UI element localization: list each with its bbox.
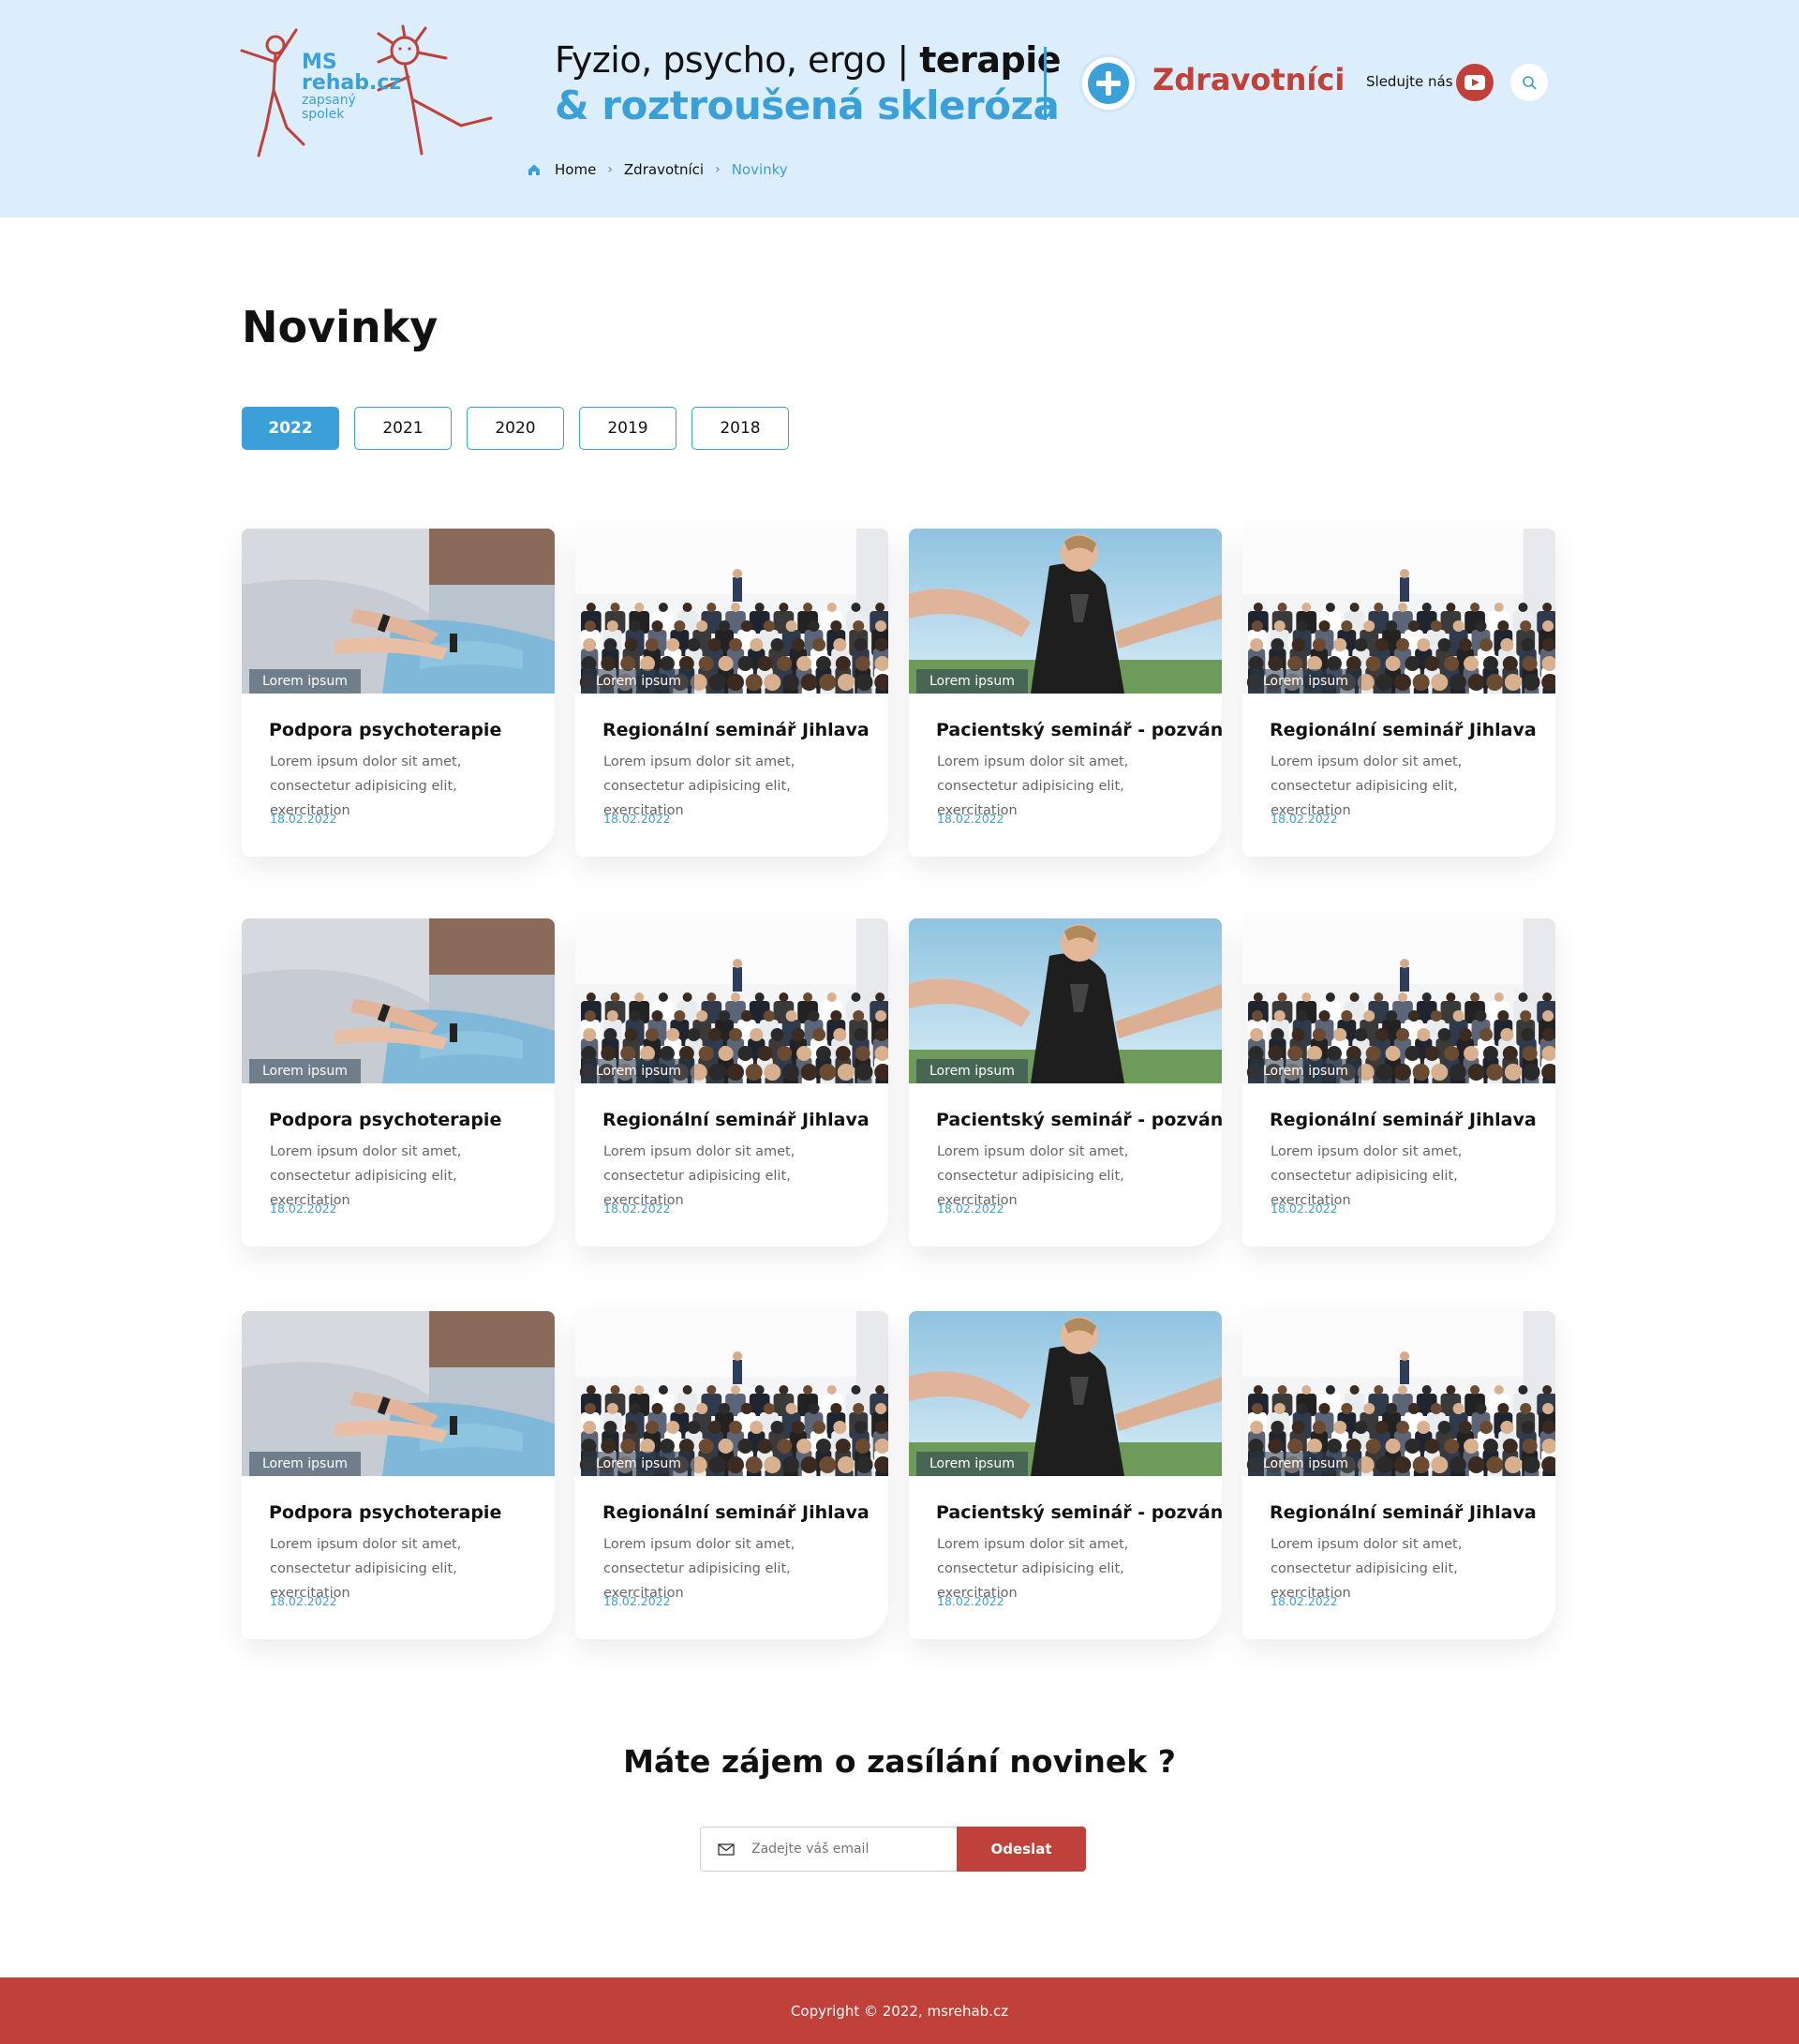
- card-date: 18.02.2022: [937, 812, 1004, 826]
- news-card[interactable]: Lorem ipsum Pacientský seminář - pozvánk…: [909, 529, 1222, 857]
- tagline-part2: & roztroušená skleróza: [555, 82, 1060, 128]
- header-divider: [1044, 47, 1047, 120]
- site-logo[interactable]: MS rehab.cz zapsaný spolek: [238, 24, 502, 171]
- card-title[interactable]: Podpora psychoterapie: [269, 1502, 501, 1523]
- card-image: Lorem ipsum: [242, 1311, 555, 1476]
- news-card[interactable]: Lorem ipsum Podpora psychoterapie Lorem …: [242, 529, 555, 857]
- card-image: Lorem ipsum: [1242, 529, 1555, 694]
- news-card[interactable]: Lorem ipsum Regionální seminář Jihlava L…: [575, 1311, 888, 1639]
- card-date: 18.02.2022: [270, 812, 337, 826]
- year-button-2019[interactable]: 2019: [579, 407, 676, 450]
- card-title[interactable]: Regionální seminář Jihlava: [1270, 1502, 1537, 1523]
- submit-button[interactable]: Odeslat: [957, 1827, 1086, 1872]
- card-tag: Lorem ipsum: [249, 1452, 361, 1476]
- logo-line1: MS: [302, 51, 337, 74]
- card-image: Lorem ipsum: [242, 529, 555, 694]
- newsletter-title: Máte zájem o zasílání novinek ?: [623, 1743, 1176, 1780]
- card-title[interactable]: Podpora psychoterapie: [269, 720, 501, 740]
- news-card[interactable]: Lorem ipsum Regionální seminář Jihlava L…: [1242, 918, 1555, 1246]
- card-date: 18.02.2022: [270, 1201, 337, 1216]
- card-tag: Lorem ipsum: [583, 669, 694, 694]
- chevron-right-icon: ›: [607, 162, 613, 177]
- card-title[interactable]: Pacientský seminář - pozvánka: [936, 1502, 1222, 1523]
- card-image: Lorem ipsum: [575, 1311, 888, 1476]
- plus-circle-icon[interactable]: [1079, 54, 1137, 112]
- card-tag: Lorem ipsum: [916, 669, 1028, 694]
- news-card[interactable]: Lorem ipsum Regionální seminář Jihlava L…: [575, 529, 888, 857]
- card-date: 18.02.2022: [1271, 1594, 1338, 1608]
- logo-sub2: spolek: [302, 107, 345, 122]
- news-card[interactable]: Lorem ipsum Podpora psychoterapie Lorem …: [242, 1311, 555, 1639]
- logo-figures-icon: [240, 24, 493, 157]
- card-title[interactable]: Pacientský seminář - pozvánka: [936, 720, 1222, 740]
- card-date: 18.02.2022: [603, 812, 671, 826]
- card-title[interactable]: Regionální seminář Jihlava: [1270, 720, 1537, 740]
- breadcrumb: Home › Zdravotníci › Novinky: [527, 161, 788, 178]
- card-date: 18.02.2022: [937, 1201, 1004, 1216]
- chevron-right-icon: ›: [715, 162, 721, 177]
- card-tag: Lorem ipsum: [916, 1059, 1028, 1083]
- newsletter-form: Odeslat: [700, 1827, 1086, 1872]
- card-date: 18.02.2022: [937, 1594, 1004, 1608]
- tagline-part1: Fyzio, psycho, ergo |: [555, 39, 920, 81]
- card-image: Lorem ipsum: [575, 918, 888, 1083]
- card-title[interactable]: Regionální seminář Jihlava: [602, 1110, 870, 1130]
- card-tag: Lorem ipsum: [916, 1452, 1028, 1476]
- card-title[interactable]: Regionální seminář Jihlava: [1270, 1110, 1537, 1130]
- year-button-2021[interactable]: 2021: [354, 407, 452, 450]
- card-image: Lorem ipsum: [1242, 1311, 1555, 1476]
- page-title: Novinky: [242, 302, 439, 352]
- card-date: 18.02.2022: [603, 1201, 671, 1216]
- year-button-2022[interactable]: 2022: [242, 407, 339, 450]
- section-label[interactable]: Zdravotníci: [1152, 62, 1345, 97]
- news-card[interactable]: Lorem ipsum Pacientský seminář - pozvánk…: [909, 1311, 1222, 1639]
- email-input[interactable]: [751, 1842, 939, 1857]
- search-button[interactable]: [1510, 64, 1548, 101]
- year-button-2018[interactable]: 2018: [691, 407, 789, 450]
- follow-label: Sledujte nás: [1366, 73, 1453, 90]
- news-card[interactable]: Lorem ipsum Regionální seminář Jihlava L…: [1242, 1311, 1555, 1639]
- site-header: MS rehab.cz zapsaný spolek Fyzio, psycho…: [0, 0, 1799, 217]
- card-tag: Lorem ipsum: [583, 1452, 694, 1476]
- news-card[interactable]: Lorem ipsum Regionální seminář Jihlava L…: [575, 918, 888, 1246]
- news-card[interactable]: Lorem ipsum Pacientský seminář - pozvánk…: [909, 918, 1222, 1246]
- card-image: Lorem ipsum: [909, 1311, 1222, 1476]
- card-image: Lorem ipsum: [575, 529, 888, 694]
- logo-sub1: zapsaný: [302, 93, 356, 108]
- card-tag: Lorem ipsum: [1250, 1059, 1361, 1083]
- site-tagline: Fyzio, psycho, ergo | terapie & roztrouš…: [555, 37, 1062, 129]
- news-card[interactable]: Lorem ipsum Regionální seminář Jihlava L…: [1242, 529, 1555, 857]
- news-card[interactable]: Lorem ipsum Podpora psychoterapie Lorem …: [242, 918, 555, 1246]
- site-footer: Copyright © 2022, msrehab.cz: [0, 1977, 1799, 2044]
- card-image: Lorem ipsum: [1242, 918, 1555, 1083]
- breadcrumb-section[interactable]: Zdravotníci: [624, 161, 704, 178]
- card-image: Lorem ipsum: [909, 918, 1222, 1083]
- card-date: 18.02.2022: [1271, 812, 1338, 826]
- card-image: Lorem ipsum: [909, 529, 1222, 694]
- card-title[interactable]: Regionální seminář Jihlava: [602, 1502, 870, 1523]
- year-filter: 2022 2021 2020 2019 2018: [242, 407, 804, 450]
- mail-icon: [718, 1843, 735, 1856]
- breadcrumb-current: Novinky: [731, 161, 788, 178]
- card-tag: Lorem ipsum: [249, 1059, 361, 1083]
- home-icon[interactable]: [527, 162, 542, 177]
- breadcrumb-home[interactable]: Home: [555, 161, 596, 178]
- card-date: 18.02.2022: [270, 1594, 337, 1608]
- card-image: Lorem ipsum: [242, 918, 555, 1083]
- tagline-part1-bold: terapie: [919, 39, 1062, 81]
- youtube-icon[interactable]: [1456, 64, 1494, 101]
- card-title[interactable]: Pacientský seminář - pozvánka: [936, 1110, 1222, 1130]
- card-tag: Lorem ipsum: [1250, 1452, 1361, 1476]
- card-title[interactable]: Podpora psychoterapie: [269, 1110, 501, 1130]
- card-tag: Lorem ipsum: [583, 1059, 694, 1083]
- card-title[interactable]: Regionální seminář Jihlava: [602, 720, 870, 740]
- card-date: 18.02.2022: [1271, 1201, 1338, 1216]
- logo-line2: rehab.cz: [302, 71, 402, 95]
- year-button-2020[interactable]: 2020: [467, 407, 564, 450]
- search-icon: [1523, 76, 1537, 90]
- card-date: 18.02.2022: [603, 1594, 671, 1608]
- copyright-text: Copyright © 2022, msrehab.cz: [790, 2002, 1009, 2020]
- card-tag: Lorem ipsum: [1250, 669, 1361, 694]
- card-tag: Lorem ipsum: [249, 669, 361, 694]
